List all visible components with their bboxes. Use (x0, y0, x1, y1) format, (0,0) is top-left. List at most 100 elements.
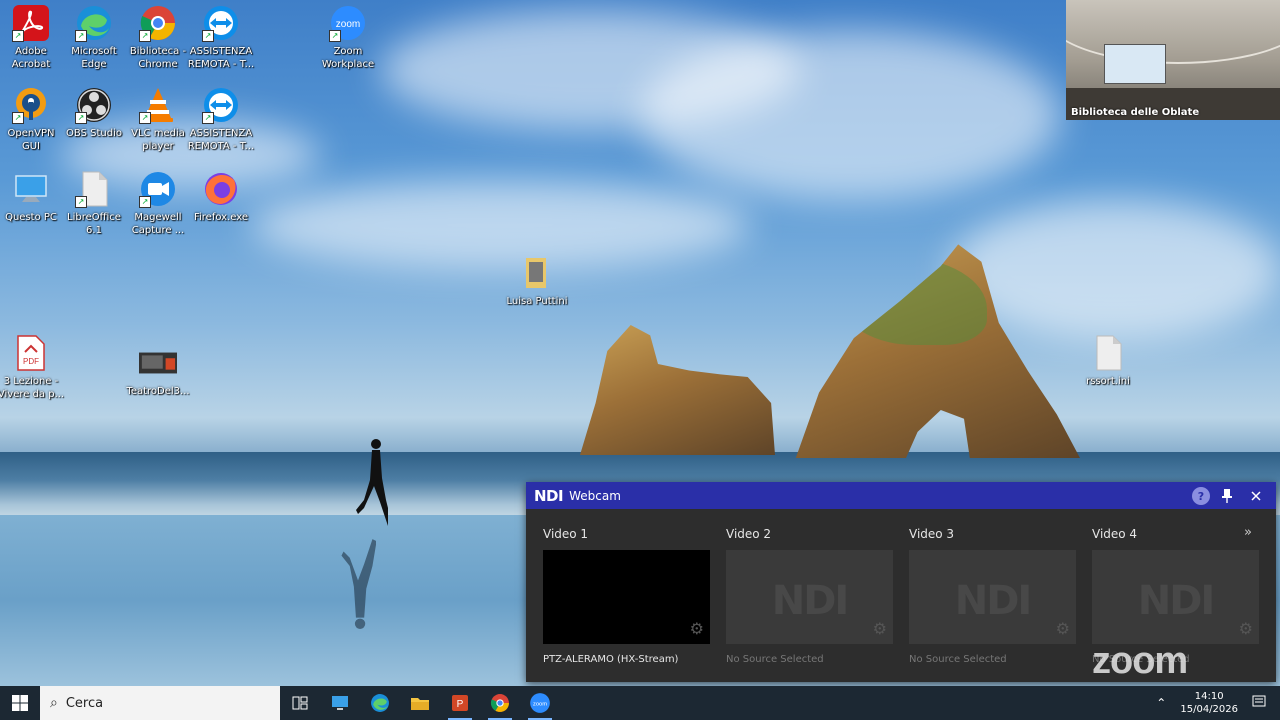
zoom-watermark: zoom (1092, 640, 1188, 682)
edge-icon (371, 694, 389, 712)
zoom-icon: zoom (530, 693, 550, 713)
desktop-icon-adobe-acrobat[interactable]: ↗ Adobe Acrobat (0, 4, 64, 71)
system-tray: ⌃ 14:10 15/04/2026 (1156, 686, 1280, 720)
video-label: Video 3 (909, 527, 955, 541)
chrome-icon: ↗ (139, 4, 177, 42)
search-box[interactable]: ⌕ Cerca (40, 686, 280, 720)
svg-text:P: P (457, 699, 464, 710)
svg-text:zoom: zoom (336, 19, 360, 30)
adobe-acrobat-icon: ↗ (12, 4, 50, 42)
desktop-icon-rssort-ini[interactable]: rssort.ini (1075, 334, 1141, 388)
zoom-icon: zoom ↗ (329, 4, 367, 42)
search-icon: ⌕ (50, 695, 58, 711)
video-source[interactable]: PTZ-ALERAMO (HX-Stream) (543, 654, 678, 665)
taskbar-chrome[interactable] (480, 686, 520, 720)
windows-icon (12, 695, 28, 711)
ini-file-icon (1089, 334, 1127, 372)
remote-desktop-icon (332, 696, 348, 710)
desktop-icon-zoom-workplace[interactable]: zoom ↗ Zoom Workplace (315, 4, 381, 71)
icon-label: Adobe Acrobat (11, 46, 51, 70)
openvpn-icon: ↗ (12, 86, 50, 124)
ndi-placeholder-logo: NDI (1137, 578, 1216, 624)
video-preview[interactable]: NDI ⚙ (1092, 550, 1259, 644)
camera-preview[interactable]: Biblioteca delle Oblate (1066, 0, 1280, 120)
help-button[interactable]: ? (1192, 487, 1210, 505)
video-label: Video 4 (1092, 527, 1138, 541)
gear-icon[interactable]: ⚙ (1239, 619, 1253, 638)
more-videos-button[interactable]: » (1244, 525, 1252, 540)
ceiling-arch (1066, 0, 1280, 64)
pdf-icon: PDF (12, 334, 50, 372)
taskbar-zoom[interactable]: zoom (520, 686, 560, 720)
search-placeholder: Cerca (65, 695, 104, 711)
desktop-icon-obs-studio[interactable]: ↗ OBS Studio (61, 86, 127, 140)
pin-icon (1222, 489, 1232, 503)
taskbar: ⌕ Cerca P zoom ⌃ 14:10 15/04/2026 (0, 686, 1280, 720)
icon-label: 3 Lezione - Vivere da p... (0, 376, 65, 400)
participant-name: Biblioteca delle Oblate (1071, 107, 1200, 118)
desktop-icon-biblioteca-chrome[interactable]: ↗ Biblioteca - Chrome (125, 4, 191, 71)
icon-label: TeatroDel3... (126, 386, 190, 397)
libreoffice-icon: ↗ (75, 170, 113, 208)
time: 14:10 (1194, 691, 1224, 702)
ndi-placeholder-logo: NDI (771, 578, 850, 624)
gear-icon[interactable]: ⚙ (1056, 619, 1070, 638)
pin-button[interactable] (1218, 487, 1236, 505)
file-explorer-icon (411, 698, 429, 710)
gear-icon[interactable]: ⚙ (873, 619, 887, 638)
desktop-icon-magewell-capture[interactable]: ↗ Magewell Capture ... (125, 170, 191, 237)
rock-small (580, 325, 775, 455)
taskbar-remote-desktop[interactable] (320, 686, 360, 720)
cloud (250, 180, 750, 270)
taskbar-edge[interactable] (360, 686, 400, 720)
edge-icon: ↗ (75, 4, 113, 42)
teamviewer-icon: ↗ (202, 4, 240, 42)
clock[interactable]: 14:10 15/04/2026 (1180, 690, 1238, 716)
desktop-icon-lezione-pdf[interactable]: PDF 3 Lezione - Vivere da p... (0, 334, 64, 401)
folder-icon (518, 254, 556, 292)
desktop-icon-vlc[interactable]: ↗ VLC media player (125, 86, 191, 153)
icon-label: ASSISTENZA REMOTA - T... (187, 128, 255, 152)
close-button[interactable] (1247, 487, 1265, 505)
date: 15/04/2026 (1180, 704, 1238, 715)
icon-label: Firefox.exe (193, 212, 248, 223)
video-preview[interactable]: ⚙ (543, 550, 710, 644)
desktop-icon-microsoft-edge[interactable]: ↗ Microsoft Edge (61, 4, 127, 71)
chevron-up-icon[interactable]: ⌃ (1156, 696, 1166, 710)
icon-label: Magewell Capture ... (131, 212, 185, 236)
notification-icon[interactable] (1252, 694, 1266, 713)
task-view-button[interactable] (280, 686, 320, 720)
desktop-icon-libreoffice[interactable]: ↗ LibreOffice 6.1 (61, 170, 127, 237)
desktop-icon-firefox[interactable]: Firefox.exe (188, 170, 254, 224)
taskbar-powerpoint[interactable]: P (440, 686, 480, 720)
window-titlebar[interactable]: NDI Webcam ? (526, 482, 1276, 509)
icon-label: OpenVPN GUI (7, 128, 55, 152)
desktop-icon-teatro-pptx[interactable]: TeatroDel3... (125, 344, 191, 398)
svg-text:zoom: zoom (533, 701, 547, 707)
chrome-icon (490, 694, 509, 712)
obs-icon: ↗ (75, 86, 113, 124)
icon-label: OBS Studio (66, 128, 122, 139)
icon-label: Biblioteca - Chrome (129, 46, 187, 70)
taskbar-file-explorer[interactable] (400, 686, 440, 720)
gear-icon[interactable]: ⚙ (690, 619, 704, 638)
icon-label: Microsoft Edge (71, 46, 117, 70)
vlc-icon: ↗ (139, 86, 177, 124)
desktop-icon-assistenza-remota-1[interactable]: ↗ ASSISTENZA REMOTA - T... (188, 4, 254, 71)
runner-reflection (341, 539, 376, 629)
icon-label: LibreOffice 6.1 (67, 212, 121, 236)
video-preview[interactable]: NDI ⚙ (909, 550, 1076, 644)
desktop-icon-assistenza-remota-2[interactable]: ↗ ASSISTENZA REMOTA - T... (188, 86, 254, 153)
video-source[interactable]: No Source Selected (726, 654, 824, 665)
video-preview[interactable]: NDI ⚙ (726, 550, 893, 644)
desktop-icon-openvpn[interactable]: ↗ OpenVPN GUI (0, 86, 64, 153)
desktop-icon-luisa-puttini[interactable]: Luisa Puttini (504, 254, 570, 308)
pptx-icon (139, 344, 177, 382)
start-button[interactable] (0, 686, 40, 720)
window-title: Webcam (569, 488, 621, 503)
icon-label: rssort.ini (1086, 376, 1130, 387)
desktop-icon-questo-pc[interactable]: Questo PC (0, 170, 64, 224)
video-source[interactable]: No Source Selected (909, 654, 1007, 665)
teamviewer-icon: ↗ (202, 86, 240, 124)
icon-label: Luisa Puttini (506, 296, 568, 307)
